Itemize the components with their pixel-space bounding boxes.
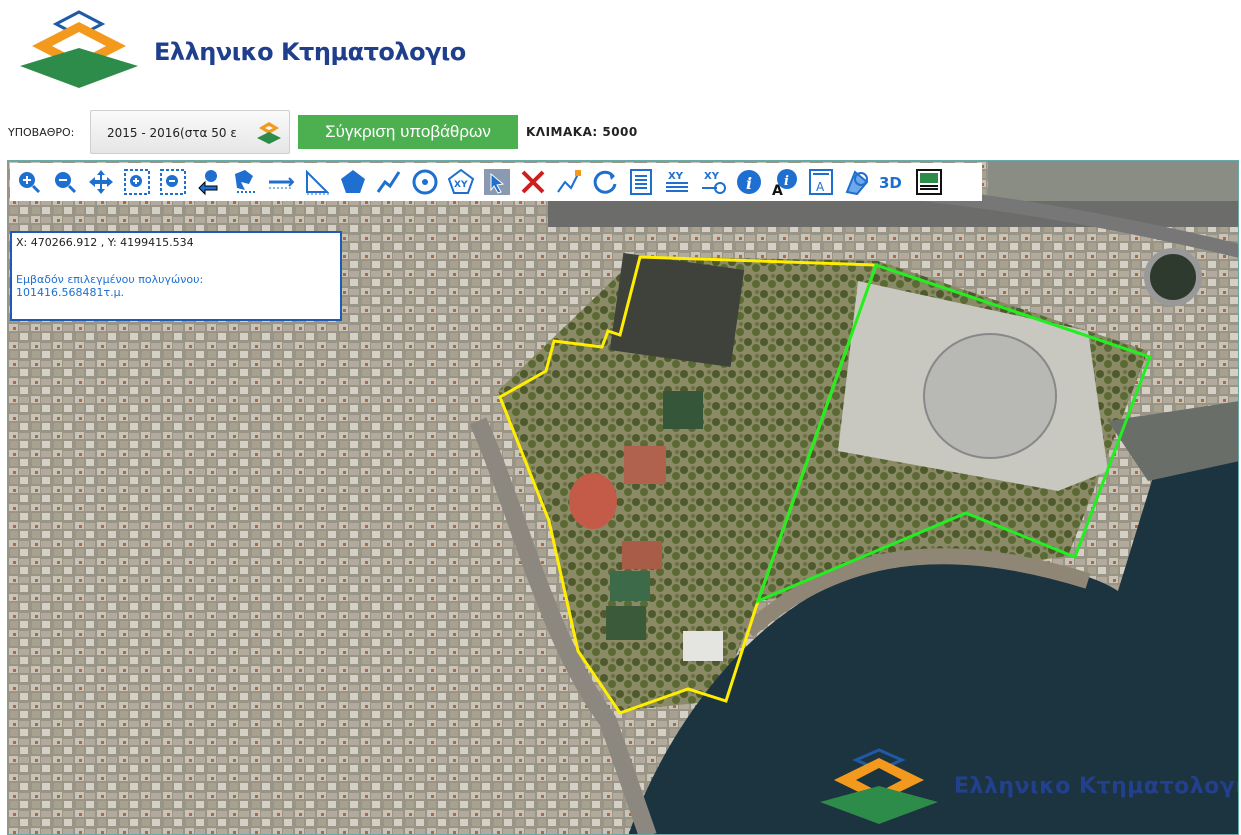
cursor-coordinates: X: 470266.912 , Y: 4199415.534 <box>16 236 194 249</box>
map-toolbar: XY XY XY i iA A 3D <box>10 163 982 201</box>
zoom-box-in-icon[interactable] <box>121 166 153 198</box>
brand-title: Ελληνικο Κτηματολογιο <box>154 38 466 66</box>
print-map-icon[interactable] <box>913 166 945 198</box>
info-text-icon[interactable]: iA <box>769 166 801 198</box>
edit-vertex-icon[interactable] <box>553 166 585 198</box>
previous-view-icon[interactable] <box>193 166 225 198</box>
label-icon[interactable]: A <box>805 166 837 198</box>
svg-text:A: A <box>816 180 825 194</box>
info-icon[interactable]: i <box>733 166 765 198</box>
xy-list-icon[interactable]: XY <box>661 166 693 198</box>
watermark-logo-icon <box>820 748 938 824</box>
identify-area-icon[interactable] <box>229 166 261 198</box>
refresh-icon[interactable] <box>589 166 621 198</box>
clear-icon[interactable] <box>517 166 549 198</box>
map-view[interactable]: XY XY XY i iA A 3D X: 470266.912 , Y: 41… <box>7 160 1239 835</box>
measure-area-icon[interactable] <box>301 166 333 198</box>
compare-basemaps-button[interactable]: Σύγκριση υποβάθρων <box>298 115 518 149</box>
polyline-icon[interactable] <box>373 166 405 198</box>
report-icon[interactable] <box>625 166 657 198</box>
svg-text:i: i <box>746 174 752 193</box>
svg-text:i: i <box>784 174 789 189</box>
pan-icon[interactable] <box>85 166 117 198</box>
circle-icon[interactable] <box>409 166 441 198</box>
scale-label: ΚΛΙΜΑΚΑ: 5000 <box>526 125 638 139</box>
3d-icon[interactable]: 3D <box>877 166 909 198</box>
watermark-text: Ελληνικο Κτηματολογιο <box>954 774 1239 799</box>
basemap-value: 2015 - 2016(στα 50 ε <box>107 126 237 140</box>
measure-distance-icon[interactable] <box>265 166 297 198</box>
info-panel: X: 470266.912 , Y: 4199415.534 Εμβαδόν ε… <box>10 231 342 321</box>
ktimatologio-logo <box>20 10 138 88</box>
svg-text:XY: XY <box>704 171 720 182</box>
basemap-logo-icon <box>257 122 281 144</box>
polygon-icon[interactable] <box>337 166 369 198</box>
zoom-out-icon[interactable] <box>49 166 81 198</box>
goto-xy-icon[interactable]: XY <box>697 166 729 198</box>
selected-polygon-area-value: 101416.568481τ.μ. <box>16 286 125 299</box>
svg-text:3D: 3D <box>879 174 902 192</box>
zoom-box-out-icon[interactable] <box>157 166 189 198</box>
layers-icon[interactable] <box>841 166 873 198</box>
svg-text:XY: XY <box>668 171 684 182</box>
basemap-select[interactable]: 2015 - 2016(στα 50 ε <box>90 110 290 154</box>
controls-bar: ΥΠΟΒΑΘΡΟ: 2015 - 2016(στα 50 ε Σύγκριση … <box>0 108 1241 156</box>
zoom-in-icon[interactable] <box>13 166 45 198</box>
map-watermark: Ελληνικο Κτηματολογιο <box>814 746 1239 826</box>
basemap-label: ΥΠΟΒΑΘΡΟ: <box>8 126 75 139</box>
selected-polygon-area-label: Εμβαδόν επιλεγμένου πολυγώνου: <box>16 273 204 286</box>
header: Ελληνικο Κτηματολογιο <box>0 0 1241 100</box>
select-icon[interactable] <box>481 166 513 198</box>
svg-text:XY: XY <box>454 180 468 190</box>
svg-text:A: A <box>772 183 783 196</box>
xy-point-icon[interactable]: XY <box>445 166 477 198</box>
